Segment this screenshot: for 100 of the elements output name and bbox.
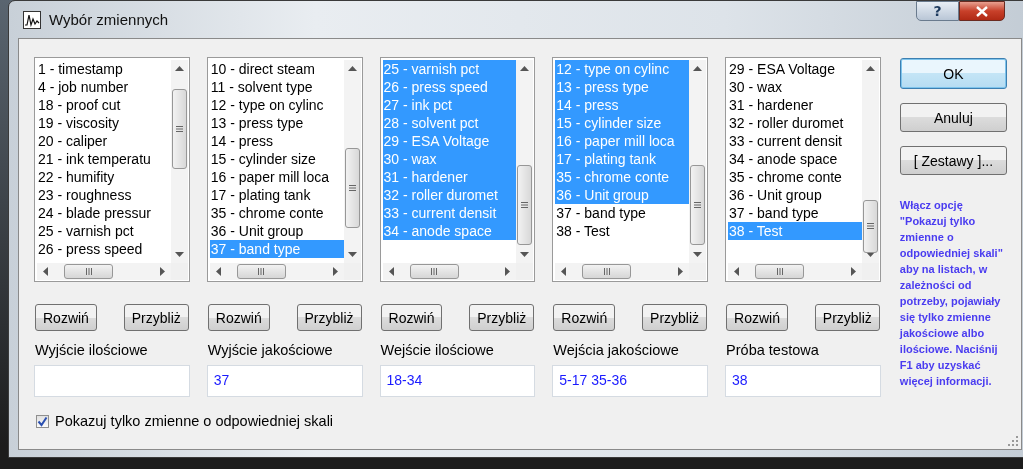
list-item[interactable]: 12 - type on cylinc (209, 96, 344, 114)
right-arrow-icon[interactable] (332, 267, 338, 276)
input-field[interactable]: 18-34 (379, 365, 536, 397)
left-arrow-icon[interactable] (561, 267, 567, 276)
list-item[interactable]: 31 - hardener (728, 96, 862, 114)
list-item[interactable]: 20 - caliper (37, 132, 171, 150)
right-arrow-icon[interactable] (159, 267, 165, 276)
input-field[interactable]: 37 (206, 365, 363, 397)
list-item[interactable]: 14 - press (209, 132, 344, 150)
list-item[interactable]: 32 - roller duromet (728, 114, 862, 132)
left-arrow-icon[interactable] (43, 267, 48, 276)
up-arrow-icon[interactable] (693, 66, 703, 71)
variable-listbox[interactable]: 10 - direct steam 11 - solvent type 12 - type on cylinc 13 - press type 14 - press 15 - cylinder size 16 - paper mill loca 17 - plating tank 35 - chrome conte 36 - Unit group 37 - band type (206, 57, 363, 282)
grip-icon (431, 268, 438, 275)
field-label: Wyjście jakościowe (206, 342, 334, 358)
list-item[interactable]: 37 - band type (728, 204, 862, 222)
left-arrow-icon[interactable] (734, 267, 740, 276)
expand-button[interactable]: Rozwiń (380, 304, 443, 331)
dialog-button[interactable]: OK (899, 58, 1007, 89)
list-item[interactable]: 38 - Test (555, 222, 690, 240)
up-arrow-icon[interactable] (865, 66, 875, 71)
grip-icon (521, 201, 529, 208)
vertical-scrollbar[interactable] (689, 60, 707, 263)
input-field[interactable] (34, 365, 190, 397)
down-arrow-icon[interactable] (347, 252, 357, 257)
resize-grip-icon (1008, 436, 1018, 446)
right-arrow-icon[interactable] (505, 267, 511, 276)
zoom-button[interactable]: Przybliż (469, 304, 535, 331)
list-item[interactable]: 34 - anode space (728, 150, 862, 168)
list-item[interactable]: 30 - wax (728, 78, 862, 96)
help-button[interactable]: ? (916, 1, 959, 21)
left-arrow-icon[interactable] (215, 267, 221, 276)
grip-icon (85, 268, 92, 275)
up-arrow-icon[interactable] (174, 66, 184, 71)
variable-listbox[interactable]: 1 - timestamp 4 - job number 18 - proof cut 19 - viscosity 20 - caliper 21 - ink temperatu 22 - humifity 23 - roughness 24 - blade pressur 25 - varnish pct 26 - press speed (34, 57, 190, 282)
input-field[interactable]: 38 (725, 365, 881, 397)
help-text: Włącz opcję "Pokazuj tylko zmienne o odpowiedniej skali" aby na listach, w zależności od potrzeby, pojawiały się tylko zmienne jakościowe albo ilościowe. Naciśnij F1 aby uzyskać więcej informacji. (899, 198, 1004, 389)
right-arrow-icon[interactable] (678, 267, 684, 276)
checkbox-label: Pokazuj tylko zmienne o odpowiedniej skali (55, 413, 334, 429)
list-item[interactable]: 13 - press type (209, 114, 344, 132)
dialog-button[interactable]: Anuluj (899, 103, 1007, 132)
down-arrow-icon[interactable] (693, 252, 703, 257)
grip-icon (258, 268, 265, 275)
close-button[interactable] (959, 1, 1005, 21)
right-arrow-icon[interactable] (850, 267, 856, 276)
list-item[interactable]: 36 - Unit group (209, 222, 344, 240)
left-arrow-icon[interactable] (388, 267, 394, 276)
up-arrow-icon[interactable] (520, 66, 530, 71)
expand-button[interactable]: Rozwiń (553, 304, 616, 331)
vertical-scrollbar[interactable] (861, 60, 879, 263)
zoom-button[interactable]: Przybliż (814, 304, 880, 331)
list-item[interactable]: 17 - plating tank (209, 186, 344, 204)
field-label: Próba testowa (725, 342, 820, 358)
list-item[interactable]: 29 - ESA Voltage (728, 60, 862, 78)
list-item[interactable]: 33 - current densit (728, 132, 862, 150)
checkbox[interactable] (36, 414, 49, 428)
list-item[interactable]: 37 - band type (555, 204, 690, 222)
zoom-button[interactable]: Przybliż (123, 304, 189, 331)
down-arrow-icon[interactable] (174, 252, 184, 257)
grip-icon (348, 184, 356, 191)
zoom-button[interactable]: Przybliż (296, 304, 362, 331)
list-item[interactable]: 22 - humifity (37, 168, 171, 186)
up-arrow-icon[interactable] (347, 66, 357, 71)
input-field[interactable]: 5-17 35-36 (552, 365, 709, 397)
vertical-scrollbar[interactable] (170, 60, 188, 263)
close-icon (976, 5, 988, 17)
list-item[interactable]: 16 - paper mill loca (209, 168, 344, 186)
list-item[interactable]: 35 - chrome conte (209, 204, 344, 222)
zoom-button[interactable]: Przybliż (642, 304, 708, 331)
field-label: Wejście ilościowe (379, 342, 495, 358)
list-item[interactable]: 10 - direct steam (209, 60, 344, 78)
down-arrow-icon[interactable] (865, 252, 875, 257)
list-item[interactable]: 19 - viscosity (37, 114, 171, 132)
variable-listbox[interactable]: 12 - type on cylinc 13 - press type 14 - press 15 - cylinder size 16 - paper mill loca 17 - plating tank 35 - chrome conte 36 - Unit group 37 - band type 38 - Test (552, 57, 709, 282)
dialog-button[interactable]: [ Zestawy ]... (899, 146, 1007, 175)
list-item[interactable]: 24 - blade pressur (37, 204, 171, 222)
list-item[interactable]: 1 - timestamp (37, 60, 171, 78)
list-item[interactable]: 26 - press speed (37, 240, 171, 258)
grip-icon (603, 268, 610, 275)
variable-listbox[interactable]: 29 - ESA Voltage 30 - wax 31 - hardener 32 - roller duromet 33 - current densit 34 - anode space 35 - chrome conte 36 - Unit group 37 - band type 38 - Test (725, 57, 881, 282)
field-label: Wejścia jakościowe (552, 342, 680, 358)
list-item[interactable]: 4 - job number (37, 78, 171, 96)
vertical-scrollbar[interactable] (516, 60, 534, 263)
list-item[interactable]: 21 - ink temperatu (37, 150, 171, 168)
grip-icon (776, 268, 783, 275)
down-arrow-icon[interactable] (520, 252, 530, 257)
list-item[interactable]: 36 - Unit group (728, 186, 862, 204)
list-item[interactable]: 23 - roughness (37, 186, 171, 204)
list-item[interactable]: 11 - solvent type (209, 78, 344, 96)
grip-icon (175, 125, 183, 132)
list-item[interactable]: 18 - proof cut (37, 96, 171, 114)
expand-button[interactable]: Rozwiń (35, 304, 97, 331)
list-item[interactable]: 35 - chrome conte (728, 168, 862, 186)
grip-icon (694, 201, 702, 208)
expand-button[interactable]: Rozwiń (726, 304, 788, 331)
vertical-scrollbar[interactable] (343, 60, 361, 263)
window-title: Wybór zmiennych (49, 11, 169, 28)
list-item[interactable]: 15 - cylinder size (209, 150, 344, 168)
list-item[interactable]: 25 - varnish pct (37, 222, 171, 240)
expand-button[interactable]: Rozwiń (207, 304, 270, 331)
